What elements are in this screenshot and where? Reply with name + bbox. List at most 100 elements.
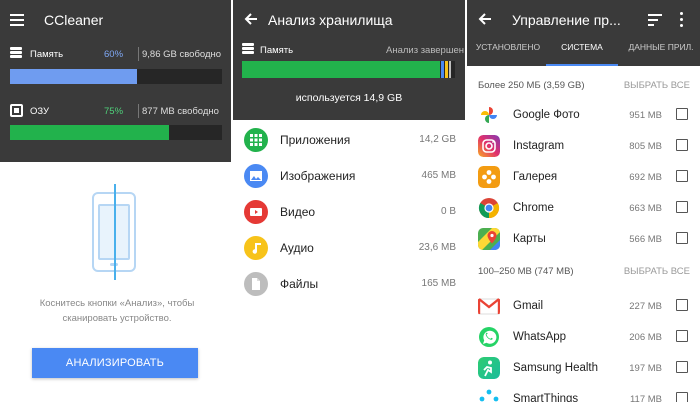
category-name: Аудио [280, 241, 314, 255]
app-title: CCleaner [44, 12, 104, 28]
category-size: 23,6 MB [418, 242, 456, 253]
ram-free: 877 MB свободно [142, 106, 219, 117]
app-row[interactable]: Gmail 227 MB [466, 291, 700, 322]
storage-usage-bar [10, 69, 222, 84]
app-name: Google Фото [513, 109, 580, 121]
storage-usage-fill [10, 69, 138, 84]
gallery-icon [478, 166, 500, 188]
database-icon [242, 43, 254, 56]
storage-analysis-screen: Анализ хранилища Память Анализ завершен … [232, 0, 466, 402]
storage-analysis-header: Анализ хранилища Память Анализ завершен … [232, 0, 466, 120]
back-arrow-icon[interactable] [244, 12, 258, 26]
tab-app-data[interactable]: ДАННЫЕ ПРИЛ. [626, 42, 696, 66]
section-header-100-250: 100–250 MB (747 MB) ВЫБРАТЬ ВСЕ [478, 266, 690, 282]
category-row[interactable]: Файлы 165 MB [232, 266, 466, 302]
select-checkbox[interactable] [676, 201, 688, 213]
app-size: 566 MB [629, 234, 662, 245]
app-name: Галерея [513, 171, 558, 183]
app-row[interactable]: Chrome 663 MB [466, 193, 700, 224]
select-checkbox[interactable] [676, 299, 688, 311]
images-segment [441, 61, 444, 78]
select-checkbox[interactable] [676, 361, 688, 373]
select-checkbox[interactable] [676, 108, 688, 120]
storage-label: Память [260, 45, 294, 56]
app-row[interactable]: WhatsApp 206 MB [466, 322, 700, 353]
category-size: 465 MB [421, 170, 456, 181]
app-row[interactable]: Галерея 692 MB [466, 162, 700, 193]
app-name: Chrome [513, 202, 554, 214]
storage-percent: 60% [104, 49, 124, 60]
analysis-status: Анализ завершен [385, 45, 464, 56]
app-row[interactable]: Instagram 805 MB [466, 131, 700, 162]
ram-row: ОЗУ 75% 877 MB свободно [10, 103, 225, 119]
music-note-icon [244, 236, 268, 260]
storage-breakdown-bar [242, 61, 455, 78]
app-name: WhatsApp [513, 331, 567, 343]
ram-usage-bar [10, 125, 222, 140]
tab-installed[interactable]: УСТАНОВЛЕНО [470, 42, 546, 66]
app-manager-header: Управление пр... УСТАНОВЛЕНО СИСТЕМА ДАН… [466, 0, 700, 66]
category-name: Изображения [280, 169, 356, 183]
smartthings-icon [478, 388, 500, 402]
menu-icon[interactable] [10, 14, 24, 26]
back-arrow-icon[interactable] [478, 12, 492, 26]
app-size: 117 MB [629, 394, 662, 402]
cpu-chip-icon [10, 104, 23, 117]
category-row[interactable]: Приложения 14,2 GB [232, 122, 466, 158]
analyze-button[interactable]: АНАЛИЗИРОВАТЬ [32, 348, 198, 378]
select-checkbox[interactable] [676, 392, 688, 402]
select-all-button[interactable]: ВЫБРАТЬ ВСЕ [624, 80, 690, 91]
app-name: Samsung Health [513, 362, 599, 374]
app-size: 805 MB [629, 141, 662, 152]
app-size: 692 MB [629, 172, 662, 183]
app-name: Instagram [513, 140, 565, 152]
ram-percent: 75% [104, 106, 124, 117]
sort-icon[interactable] [648, 14, 662, 26]
samsung-health-icon [478, 357, 500, 379]
screen-title: Анализ хранилища [268, 12, 393, 28]
category-size: 14,2 GB [419, 134, 456, 145]
app-size: 951 MB [629, 110, 662, 121]
select-checkbox[interactable] [676, 232, 688, 244]
tab-system[interactable]: СИСТЕМА [546, 42, 618, 66]
files-segment [449, 61, 451, 78]
app-size: 206 MB [629, 332, 662, 343]
app-size: 197 MB [629, 363, 662, 374]
ram-usage-fill [10, 125, 169, 140]
app-bar: CCleaner [0, 0, 232, 40]
app-row[interactable]: Карты 566 MB [466, 224, 700, 255]
select-checkbox[interactable] [676, 170, 688, 182]
screen-title: Управление пр... [512, 12, 621, 28]
category-row[interactable]: Изображения 465 MB [232, 158, 466, 194]
file-icon [244, 272, 268, 296]
apps-grid-icon [244, 128, 268, 152]
category-row[interactable]: Видео 0 B [232, 194, 466, 230]
more-vert-icon[interactable] [680, 12, 684, 28]
maps-icon [478, 228, 500, 250]
chrome-icon [478, 197, 500, 219]
storage-label: Память [30, 49, 64, 60]
select-all-button[interactable]: ВЫБРАТЬ ВСЕ [624, 266, 690, 277]
storage-memory-row: Память Анализ завершен [242, 42, 464, 58]
analyze-hint-text: Коснитесь кнопки «Анализ», чтобы сканиро… [39, 298, 195, 324]
app-name: SmartThings [513, 393, 579, 402]
category-name: Приложения [280, 133, 351, 147]
app-row[interactable]: Samsung Health 197 MB [466, 353, 700, 384]
category-size: 0 B [440, 206, 456, 217]
app-row[interactable]: SmartThings 117 MB [466, 384, 700, 402]
select-checkbox[interactable] [676, 139, 688, 151]
app-size: 663 MB [629, 203, 662, 214]
video-icon [244, 200, 268, 224]
image-icon [244, 164, 268, 188]
app-size: 227 MB [629, 301, 662, 312]
memory-summary-header: CCleaner Память 60% 9,86 GB свободно ОЗУ… [0, 0, 232, 162]
section-label: Более 250 MБ (3,59 GB) [478, 80, 585, 91]
google-photos-icon [478, 104, 500, 126]
category-row[interactable]: Аудио 23,6 MB [232, 230, 466, 266]
select-checkbox[interactable] [676, 330, 688, 342]
category-size: 165 MB [421, 278, 456, 289]
app-name: Карты [513, 233, 546, 245]
storage-free: 9,86 GB свободно [142, 49, 222, 60]
app-row[interactable]: Google Фото 951 MB [466, 100, 700, 131]
app-list: Более 250 MБ (3,59 GB) ВЫБРАТЬ ВСЕ 100–2… [466, 66, 700, 402]
